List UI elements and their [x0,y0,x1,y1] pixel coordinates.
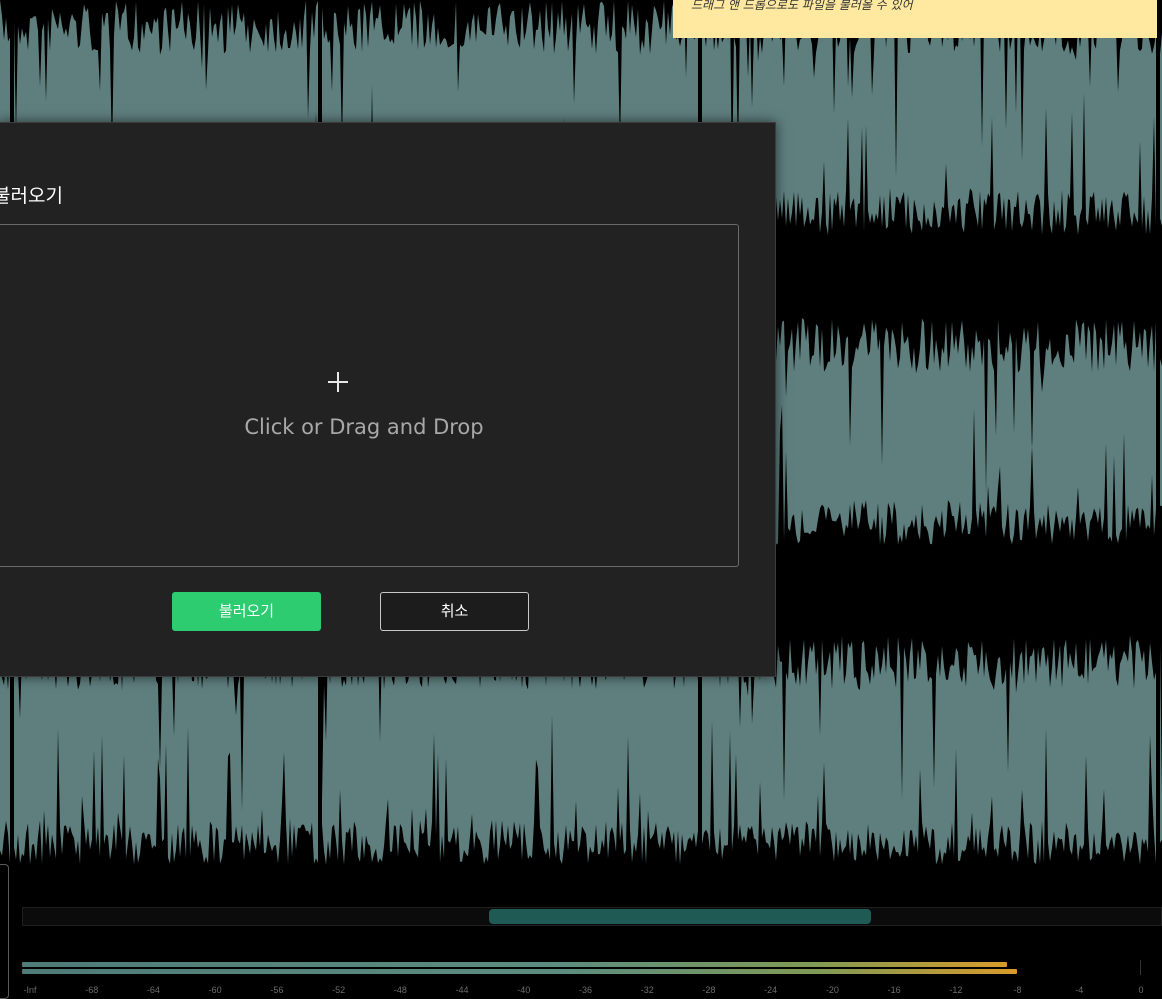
meter-peak-box [1140,960,1162,975]
meter-tick-label: -16 [887,985,901,995]
hint-tooltip-text: 드래그 앤 드롭으로도 파일을 불러올 수 있어 [691,0,913,12]
meter-tick-label: -56 [270,985,284,995]
meter-tick-label: 0 [1138,985,1144,995]
meter-tick-label: -48 [393,985,407,995]
meter-tick-label: -Inf [23,985,37,995]
meter-tick-label: -32 [640,985,654,995]
meter-tick-label: -8 [1013,985,1022,995]
file-dropzone[interactable]: Click or Drag and Drop [0,224,739,567]
plus-icon [328,372,348,392]
scrollbar-thumb[interactable] [489,909,871,924]
level-meter [22,960,1162,976]
meter-tick-label: -44 [455,985,469,995]
dialog-title: 불러오기 [0,185,63,207]
meter-tick-label: -52 [332,985,346,995]
import-dialog: 불러오기 Click or Drag and Drop 불러오기 취소 [0,122,776,677]
import-button[interactable]: 불러오기 [172,592,321,631]
level-meter-left [22,962,1007,967]
meter-tick-label: -20 [825,985,839,995]
waveform-transient [1156,0,1160,880]
meter-scale: -Inf -68 -64 -60 -56 -52 -48 -44 -40 -36 -32 -28 -24… [0,985,1162,999]
meter-tick-label: -40 [517,985,531,995]
meter-tick-label: -36 [578,985,593,995]
level-meter-right [22,969,1017,974]
hint-tooltip: 드래그 앤 드롭으로도 파일을 불러올 수 있어 [673,0,1157,38]
meter-tick-label: -4 [1075,985,1084,995]
meter-tick-label: -28 [702,985,716,995]
cancel-button[interactable]: 취소 [380,592,529,631]
meter-tick-label: -64 [146,985,160,995]
meter-tick-label: -68 [85,985,99,995]
meter-tick-label: -24 [764,985,778,995]
side-panel-edge [0,864,9,999]
dropzone-label: Click or Drag and Drop [244,415,484,439]
timeline-scrollbar[interactable] [22,907,1162,926]
meter-tick-label: -60 [208,985,222,995]
meter-tick-label: -12 [949,985,963,995]
